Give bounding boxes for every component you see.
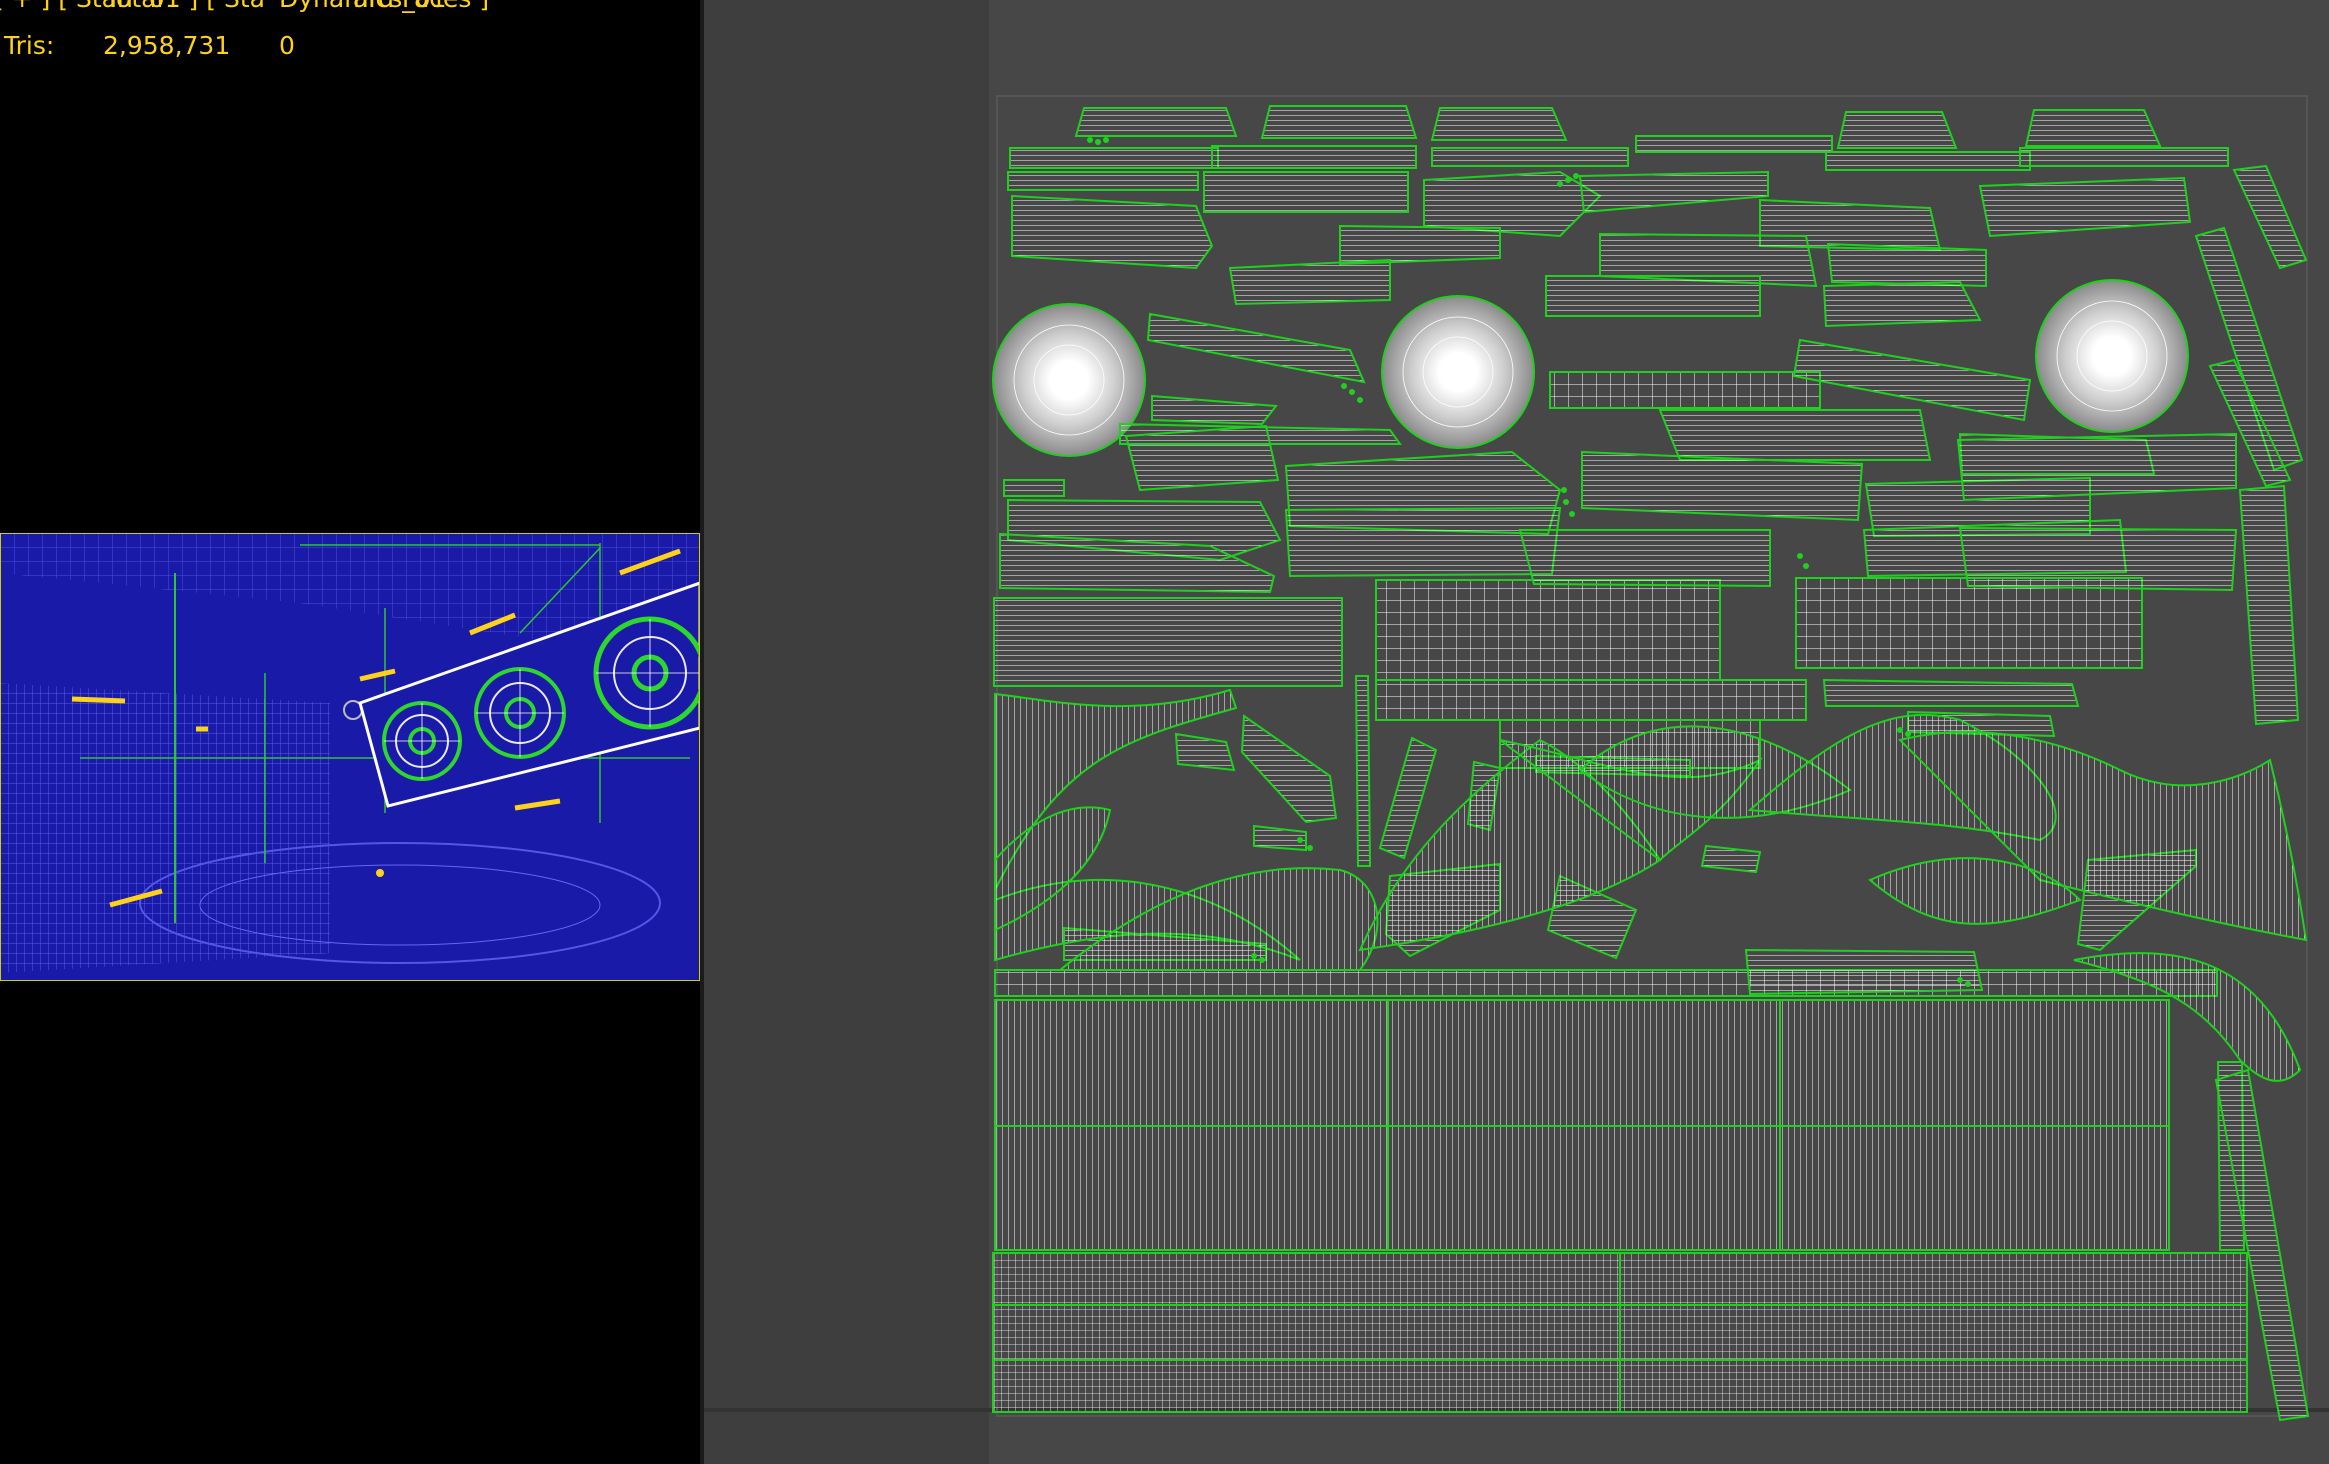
viewport-panel[interactable]: [ + ] [ Stan 01 ] [ Sta ard Faces ] Tota… <box>0 0 700 1464</box>
stats-tris-total: 2,958,731 <box>103 31 231 60</box>
stats-col-total: Total <box>105 0 163 11</box>
uv-editor-canvas[interactable] <box>704 0 2329 1464</box>
uv-shells-wireframe-icon <box>992 95 2310 1422</box>
stats-col-layer: Dynamics_01 <box>279 0 447 11</box>
blue-wireframe-render-image <box>0 533 700 981</box>
stats-tris-layer: 0 <box>279 31 295 60</box>
stats-tris-label: Tris: <box>4 31 55 60</box>
